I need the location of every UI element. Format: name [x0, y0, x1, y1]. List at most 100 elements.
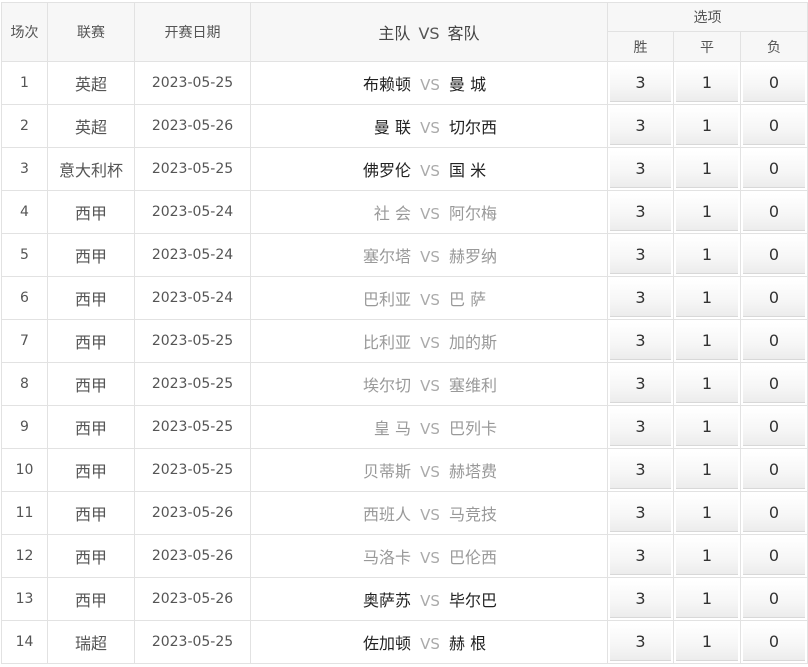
win-option-button[interactable]: 3	[610, 452, 671, 489]
win-option-button[interactable]: 3	[610, 280, 671, 317]
teams-cell: 马洛卡 VS 巴伦西	[250, 534, 608, 578]
draw-option-button[interactable]: 1	[676, 581, 738, 618]
header-away: 客队	[447, 24, 480, 43]
win-option-button[interactable]: 3	[610, 409, 671, 446]
vs-label: VS	[420, 334, 440, 352]
draw-option-button[interactable]: 1	[676, 108, 738, 145]
win-option-button[interactable]: 3	[610, 151, 671, 188]
match-date: 2023-05-26	[134, 577, 251, 621]
lose-cell: 0	[739, 405, 808, 449]
draw-option-button[interactable]: 1	[676, 151, 738, 188]
lose-option-button[interactable]: 0	[743, 151, 806, 188]
draw-option-button[interactable]: 1	[676, 624, 738, 661]
win-cell: 3	[607, 491, 674, 535]
draw-cell: 1	[673, 362, 741, 406]
win-cell: 3	[607, 190, 674, 234]
teams-cell: 布赖顿 VS 曼 城	[250, 61, 608, 105]
away-team: 塞维利	[449, 376, 498, 395]
header-options: 选项	[606, 2, 808, 32]
win-cell: 3	[607, 405, 674, 449]
win-option-button[interactable]: 3	[610, 108, 671, 145]
vs-label: VS	[420, 162, 440, 180]
win-option-button[interactable]: 3	[610, 323, 671, 360]
table-row: 10 西甲 2023-05-25 贝蒂斯 VS 赫塔费 3 1 0	[1, 448, 808, 492]
lose-option-button[interactable]: 0	[743, 366, 806, 403]
win-option-button[interactable]: 3	[610, 366, 671, 403]
lose-option-button[interactable]: 0	[743, 108, 806, 145]
lose-option-button[interactable]: 0	[743, 194, 806, 231]
lose-option-button[interactable]: 0	[743, 323, 806, 360]
win-option-button[interactable]: 3	[610, 65, 671, 102]
draw-option-button[interactable]: 1	[676, 323, 738, 360]
lose-option-button[interactable]: 0	[743, 237, 806, 274]
league-name: 西甲	[47, 491, 135, 535]
away-team: 巴伦西	[449, 548, 498, 567]
draw-cell: 1	[673, 491, 741, 535]
win-cell: 3	[607, 233, 674, 277]
match-number: 8	[1, 362, 48, 406]
draw-option-button[interactable]: 1	[676, 538, 738, 575]
away-team: 巴列卡	[449, 419, 498, 438]
match-number: 13	[1, 577, 48, 621]
draw-option-button[interactable]: 1	[676, 237, 738, 274]
win-cell: 3	[607, 448, 674, 492]
lose-option-button[interactable]: 0	[743, 280, 806, 317]
lose-option-button[interactable]: 0	[743, 409, 806, 446]
table-row: 3 意大利杯 2023-05-25 佛罗伦 VS 国 米310	[1, 147, 808, 191]
home-team: 埃尔切	[362, 376, 411, 395]
match-date: 2023-05-25	[134, 147, 251, 191]
table-row: 8 西甲 2023-05-25 埃尔切 VS 塞维利 3 1 0	[1, 362, 808, 406]
lose-option-button[interactable]: 0	[743, 495, 806, 532]
match-date: 2023-05-25	[134, 405, 251, 449]
league-name: 英超	[47, 61, 135, 105]
match-date: 2023-05-25	[134, 362, 251, 406]
league-name: 西甲	[47, 319, 135, 363]
home-team: 比利亚	[362, 333, 411, 352]
match-number: 11	[1, 491, 48, 535]
win-option-button[interactable]: 3	[610, 538, 671, 575]
league-name: 英超	[47, 104, 135, 148]
draw-option-button[interactable]: 1	[676, 366, 738, 403]
league-name: 西甲	[47, 190, 135, 234]
match-date: 2023-05-25	[134, 61, 251, 105]
table-body: 1 英超 2023-05-25 布赖顿 VS 曼 城 3 1 0 2 英超 2023-05-26 曼 联…	[1, 61, 808, 664]
draw-option-button[interactable]: 1	[676, 409, 738, 446]
lose-cell: 0	[739, 319, 808, 363]
win-option-button[interactable]: 3	[610, 194, 671, 231]
away-team: 赫罗纳	[449, 247, 498, 266]
draw-option-button[interactable]: 1	[676, 65, 738, 102]
draw-cell: 1	[673, 405, 741, 449]
teams-cell: 塞尔塔 VS 赫罗纳	[250, 233, 608, 277]
match-date: 2023-05-26	[134, 534, 251, 578]
lose-option-button[interactable]: 0	[743, 624, 806, 661]
away-team: 毕尔巴	[449, 591, 498, 610]
away-team: 马竞技	[449, 505, 498, 524]
header-win: 胜	[607, 31, 674, 62]
lose-option-button[interactable]: 0	[743, 452, 806, 489]
match-date: 2023-05-25	[134, 620, 251, 664]
teams-cell: 比利亚 VS 加的斯	[250, 319, 608, 363]
win-option-button[interactable]: 3	[610, 237, 671, 274]
home-team: 塞尔塔	[362, 247, 411, 266]
lose-cell: 0	[739, 276, 808, 320]
draw-option-button[interactable]: 1	[676, 495, 738, 532]
win-option-button[interactable]: 3	[610, 495, 671, 532]
draw-option-button[interactable]: 1	[676, 280, 738, 317]
draw-cell: 1	[673, 577, 741, 621]
away-team: 曼 城	[449, 75, 487, 94]
match-number: 1	[1, 61, 48, 105]
draw-option-button[interactable]: 1	[676, 452, 738, 489]
home-team: 巴利亚	[362, 290, 411, 309]
draw-option-button[interactable]: 1	[676, 194, 738, 231]
lose-option-button[interactable]: 0	[743, 65, 806, 102]
lose-option-button[interactable]: 0	[743, 538, 806, 575]
lose-cell: 0	[739, 233, 808, 277]
away-team: 赫 根	[449, 634, 487, 653]
lose-cell: 0	[739, 577, 808, 621]
win-option-button[interactable]: 3	[610, 581, 671, 618]
win-option-button[interactable]: 3	[610, 624, 671, 661]
league-name: 西甲	[47, 276, 135, 320]
draw-cell: 1	[673, 147, 741, 191]
lose-option-button[interactable]: 0	[743, 581, 806, 618]
vs-label: VS	[420, 635, 440, 653]
